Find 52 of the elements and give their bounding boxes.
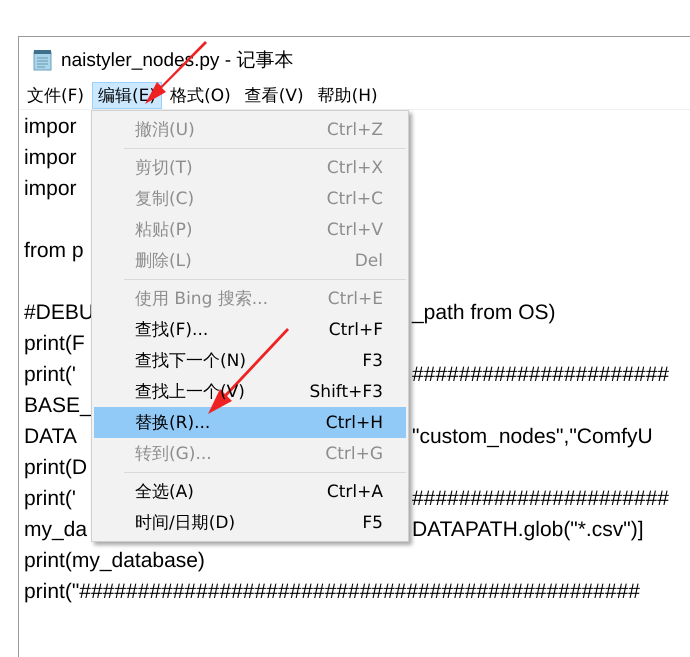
code-text: DATA [24, 425, 77, 448]
code-text: _path from OS) [412, 300, 556, 326]
menu-bar-item[interactable]: 查看(V) [238, 82, 310, 109]
code-text: print("################################################ [24, 580, 640, 603]
shortcut-text: Ctrl+F [328, 320, 383, 340]
code-text: print(D [24, 456, 88, 479]
menu-item[interactable]: 查找下一个(N) F3 [94, 345, 406, 376]
code-text: print(' [24, 487, 76, 510]
menu-item-label: 复制(C) [135, 188, 194, 210]
menu-item-label: 全选(A) [135, 481, 194, 503]
menu-item-label: 替换(R)... [135, 412, 210, 434]
shortcut-text: Del [354, 250, 383, 270]
code-text: print(' [24, 363, 76, 386]
code-text: DATAPATH.glob("*.csv")] [412, 517, 644, 543]
code-text: from p [24, 239, 84, 262]
code-text: impor [24, 177, 77, 200]
code-text: ###################### [412, 362, 669, 388]
menu-item-label: 粘贴(P) [135, 219, 193, 241]
shortcut-text: F5 [362, 512, 383, 532]
shortcut-text: Ctrl+H [326, 412, 383, 432]
shortcut-text: Shift+F3 [310, 382, 383, 402]
shortcut-text: Ctrl+A [326, 482, 383, 502]
code-text: impor [24, 146, 77, 169]
menu-item[interactable]: 时间/日期(D) F5 [94, 507, 406, 538]
code-text: print(my_database) [24, 549, 205, 572]
shortcut-text: Ctrl+X [326, 158, 383, 178]
code-text: impor [24, 115, 77, 138]
menu-item-label: 剪切(T) [135, 157, 193, 179]
shortcut-text: Ctrl+Z [326, 120, 383, 140]
shortcut-text: F3 [362, 350, 383, 370]
shortcut-text: Ctrl+V [326, 220, 383, 240]
menu-item[interactable]: 替换(R)... Ctrl+H [94, 407, 406, 438]
code-text: my_da [24, 518, 88, 541]
menu-item-label: 转到(G)... [135, 443, 212, 465]
code-text: BASE_ [24, 394, 92, 417]
code-text: "custom_nodes","ComfyU [412, 424, 653, 450]
shortcut-text: Ctrl+E [328, 288, 383, 308]
menu-item[interactable]: 查找(F)... Ctrl+F [94, 314, 406, 345]
shortcut-text: Ctrl+C [326, 188, 383, 208]
menu-item-label: 时间/日期(D) [135, 512, 236, 534]
menu-bar-item[interactable]: 文件(F) [21, 82, 90, 109]
menu-bar-item[interactable]: 格式(O) [164, 82, 237, 109]
menu-item[interactable]: 全选(A) Ctrl+A [94, 476, 406, 507]
code-text: ###################### [412, 486, 669, 512]
shortcut-text: Ctrl+G [325, 444, 383, 464]
menu-item-label: 撤消(U) [135, 119, 195, 141]
menu-item-label: 使用 Bing 搜索... [135, 288, 268, 310]
code-text: print(F [24, 332, 85, 355]
menu-item-label: 删除(L) [135, 250, 192, 272]
menu-bar-item[interactable]: 帮助(H) [312, 82, 384, 109]
menu-item-label: 查找(F)... [135, 319, 208, 341]
menu-item-label: 查找下一个(N) [135, 350, 246, 372]
